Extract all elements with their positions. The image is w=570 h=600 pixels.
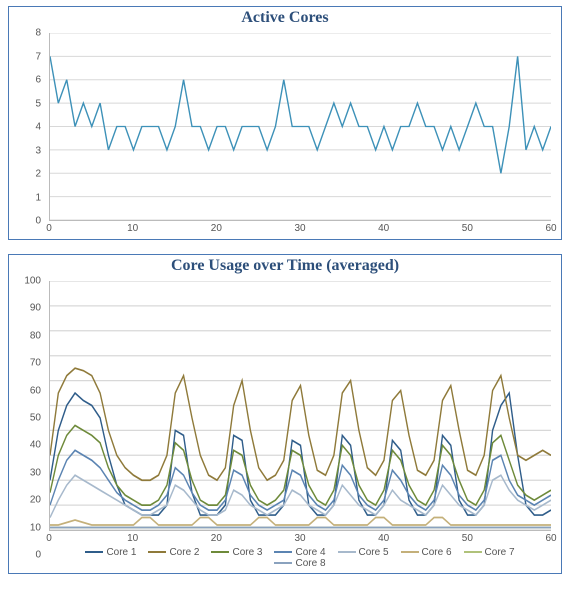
x-tick-label: 50: [462, 533, 473, 544]
y-tick-label: 8: [35, 28, 41, 39]
y-tick-label: 30: [30, 467, 41, 478]
y-axis-ticks: 0102030405060708090100: [9, 281, 45, 555]
legend-item: Core 8: [274, 558, 325, 569]
x-tick-label: 60: [545, 223, 556, 234]
x-tick-label: 40: [378, 533, 389, 544]
legend-item: Core 1: [85, 547, 136, 558]
legend-item: Core 2: [148, 547, 199, 558]
legend-item: Core 7: [464, 547, 515, 558]
y-tick-label: 60: [30, 385, 41, 396]
y-tick-label: 70: [30, 358, 41, 369]
y-tick-label: 90: [30, 303, 41, 314]
x-tick-label: 50: [462, 223, 473, 234]
x-tick-label: 60: [545, 533, 556, 544]
chart-title: Active Cores: [9, 7, 561, 27]
y-tick-label: 40: [30, 440, 41, 451]
y-tick-label: 4: [35, 122, 41, 133]
chart-legend: Core 1 Core 2 Core 3 Core 4 Core 5 Core 6 Core…: [49, 547, 551, 569]
legend-item: Core 5: [338, 547, 389, 558]
x-tick-label: 0: [46, 533, 52, 544]
y-tick-label: 100: [24, 276, 41, 287]
legend-item: Core 4: [274, 547, 325, 558]
x-tick-label: 40: [378, 223, 389, 234]
y-tick-label: 20: [30, 495, 41, 506]
y-tick-label: 10: [30, 522, 41, 533]
legend-item: Core 3: [211, 547, 262, 558]
x-tick-label: 10: [127, 223, 138, 234]
y-tick-label: 80: [30, 330, 41, 341]
x-axis-ticks: 0102030405060: [49, 223, 551, 237]
legend-item: Core 6: [401, 547, 452, 558]
x-tick-label: 30: [294, 533, 305, 544]
x-tick-label: 0: [46, 223, 52, 234]
y-tick-label: 0: [35, 550, 41, 561]
x-tick-label: 30: [294, 223, 305, 234]
x-tick-label: 20: [211, 533, 222, 544]
plot-area: [49, 281, 551, 531]
x-axis-ticks: 0102030405060: [49, 533, 551, 547]
y-tick-label: 7: [35, 51, 41, 62]
plot-area: [49, 33, 551, 221]
chart-title: Core Usage over Time (averaged): [9, 255, 561, 275]
y-tick-label: 0: [35, 216, 41, 227]
active-cores-panel: Active Cores 0 1 2 3 4 5 6 7 8 0 10 20 30 40 50 60: [8, 6, 562, 240]
core-usage-panel: Core Usage over Time (averaged) 0 10 20 30 4…: [8, 254, 562, 574]
x-tick-label: 10: [127, 533, 138, 544]
y-axis-ticks: 012345678: [9, 33, 45, 221]
x-tick-label: 20: [211, 223, 222, 234]
y-tick-label: 5: [35, 98, 41, 109]
y-tick-label: 2: [35, 169, 41, 180]
y-tick-label: 3: [35, 145, 41, 156]
y-tick-label: 50: [30, 413, 41, 424]
y-tick-label: 1: [35, 192, 41, 203]
y-tick-label: 6: [35, 75, 41, 86]
